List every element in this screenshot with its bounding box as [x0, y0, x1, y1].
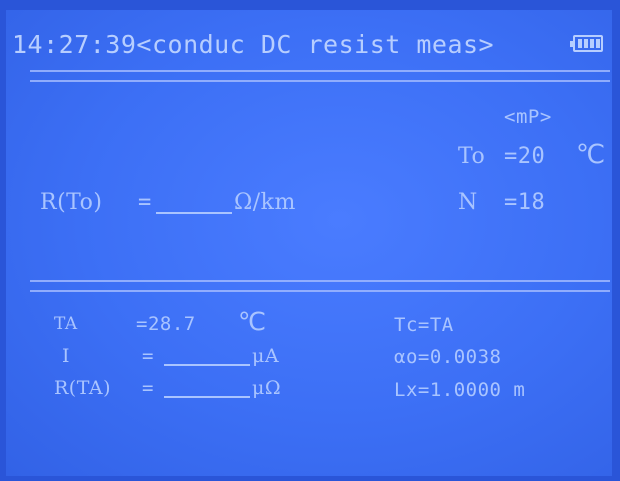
- section-divider: [30, 280, 610, 292]
- ta-unit: ℃: [238, 307, 267, 336]
- result-value-field: [156, 188, 232, 220]
- i-eq: =: [142, 345, 154, 367]
- mode-indicator: <mP>: [504, 106, 552, 128]
- result-label: R(To): [40, 190, 103, 215]
- result-unit: Ω/km: [234, 190, 296, 215]
- rta-label: R(TA): [54, 377, 111, 399]
- result-eq: =: [138, 190, 152, 215]
- header-bar: 14:27:39<conduc DC resist meas>: [12, 30, 494, 59]
- rta-unit: μΩ: [252, 377, 282, 399]
- ta-label: TA: [54, 314, 78, 334]
- rta-eq: =: [142, 377, 154, 399]
- i-value-field: [164, 344, 250, 371]
- ta-value: =28.7: [136, 313, 196, 335]
- battery-icon: [570, 35, 603, 52]
- clock-time: 14:27:39: [12, 30, 137, 59]
- n-label: N: [458, 190, 478, 215]
- rta-value-field: [164, 376, 250, 403]
- lcd-screen: 14:27:39<conduc DC resist meas> <mP> To …: [6, 10, 612, 476]
- i-unit: μA: [252, 345, 280, 367]
- n-value: =18: [504, 190, 546, 215]
- length-setting: Lx=1.0000 m: [394, 379, 526, 401]
- t0-label: To: [458, 144, 486, 169]
- tc-setting: Tc=TA: [394, 314, 454, 336]
- t0-unit: ℃: [576, 140, 606, 170]
- t0-value: =20: [504, 144, 546, 169]
- header-divider: [30, 70, 610, 82]
- alpha-setting: αo=0.0038: [394, 346, 502, 368]
- i-label: I: [62, 345, 71, 367]
- screen-title: <conduc DC resist meas>: [136, 30, 495, 59]
